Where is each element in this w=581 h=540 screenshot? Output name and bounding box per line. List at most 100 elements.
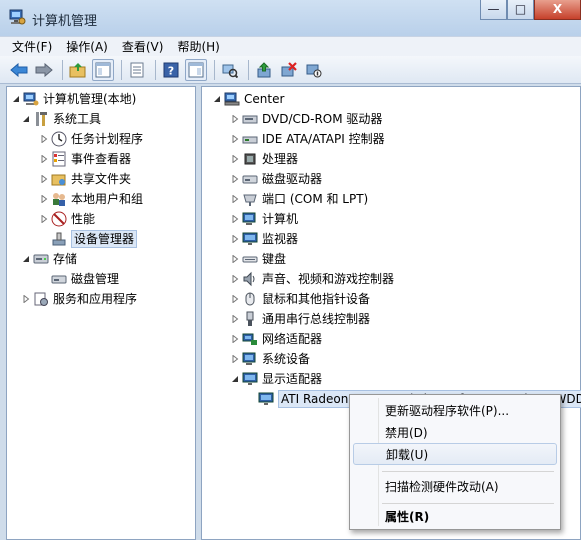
show-hide-tree-button[interactable] bbox=[92, 58, 114, 81]
up-level-button[interactable] bbox=[67, 59, 89, 81]
expand-arrow-icon[interactable] bbox=[230, 113, 240, 125]
tree-item-shared-folders[interactable]: 共享文件夹 bbox=[39, 169, 131, 189]
uninstall-button[interactable] bbox=[278, 59, 300, 81]
tree-item-event-viewer[interactable]: 事件查看器 bbox=[39, 149, 131, 169]
close-icon: X bbox=[552, 2, 563, 16]
folder-up-icon bbox=[69, 62, 86, 77]
expand-arrow-icon[interactable] bbox=[230, 173, 240, 185]
menu-view[interactable]: 查看(V) bbox=[122, 38, 164, 55]
menu-item-scan-hardware[interactable]: 扫描检测硬件改动(A) bbox=[353, 475, 557, 497]
device-category-dvd[interactable]: DVD/CD-ROM 驱动器 bbox=[230, 109, 382, 129]
expand-arrow-icon[interactable] bbox=[230, 253, 240, 265]
collapse-arrow-icon[interactable] bbox=[230, 373, 240, 385]
menu-item-properties[interactable]: 属性(R) bbox=[353, 505, 557, 527]
expand-arrow-icon[interactable] bbox=[230, 153, 240, 165]
device-category-computer[interactable]: 计算机 bbox=[230, 209, 298, 229]
expand-arrow-icon[interactable] bbox=[230, 213, 240, 225]
device-category-label: IDE ATA/ATAPI 控制器 bbox=[262, 132, 385, 146]
device-category-display[interactable]: 显示适配器 bbox=[230, 369, 322, 389]
tree-item-task-scheduler[interactable]: 任务计划程序 bbox=[39, 129, 143, 149]
device-root-label: Center bbox=[244, 92, 285, 106]
menu-action[interactable]: 操作(A) bbox=[66, 38, 108, 55]
expand-arrow-icon[interactable] bbox=[230, 353, 240, 365]
device-category-ports[interactable]: 端口 (COM 和 LPT) bbox=[230, 189, 368, 209]
collapse-arrow-icon[interactable] bbox=[21, 253, 31, 265]
device-category-disk[interactable]: 磁盘驱动器 bbox=[230, 169, 322, 189]
users-icon bbox=[53, 193, 65, 206]
expand-arrow-icon[interactable] bbox=[39, 133, 49, 145]
menu-file[interactable]: 文件(F) bbox=[12, 38, 52, 55]
forward-arrow-icon bbox=[35, 62, 53, 77]
toolbar: ? bbox=[0, 56, 581, 84]
toolbar-separator bbox=[62, 59, 63, 80]
tree-item-local-users[interactable]: 本地用户和组 bbox=[39, 189, 143, 209]
expand-arrow-icon[interactable] bbox=[230, 233, 240, 245]
expand-arrow-icon[interactable] bbox=[21, 293, 31, 305]
minimize-button[interactable]: — bbox=[480, 0, 507, 20]
expand-arrow-icon[interactable] bbox=[39, 173, 49, 185]
close-button[interactable]: X bbox=[534, 0, 581, 20]
services-icon bbox=[34, 292, 48, 306]
action-pane-button[interactable] bbox=[185, 58, 207, 81]
tree-label: 服务和应用程序 bbox=[53, 292, 138, 306]
forward-button[interactable] bbox=[33, 59, 55, 81]
tree-item-performance[interactable]: 性能 bbox=[39, 209, 95, 229]
device-category-label: 端口 (COM 和 LPT) bbox=[262, 192, 369, 206]
device-category-label: DVD/CD-ROM 驱动器 bbox=[262, 112, 383, 126]
shared-folder-icon bbox=[51, 174, 66, 186]
device-category-keyboard[interactable]: 键盘 bbox=[230, 249, 286, 269]
back-button[interactable] bbox=[8, 59, 30, 81]
tree-item-disk-management[interactable]: 磁盘管理 bbox=[51, 269, 119, 289]
expand-arrow-icon[interactable] bbox=[230, 193, 240, 205]
expand-arrow-icon[interactable] bbox=[39, 153, 49, 165]
device-category-system[interactable]: 系统设备 bbox=[230, 349, 310, 369]
collapse-arrow-icon[interactable] bbox=[11, 93, 21, 105]
device-category-mouse[interactable]: 鼠标和其他指针设备 bbox=[230, 289, 370, 309]
device-category-sound[interactable]: 声音、视频和游戏控制器 bbox=[230, 269, 394, 289]
menu-item-update-driver[interactable]: 更新驱动程序软件(P)... bbox=[353, 399, 557, 421]
device-category-ide[interactable]: IDE ATA/ATAPI 控制器 bbox=[230, 129, 385, 149]
expand-arrow-icon[interactable] bbox=[39, 213, 49, 225]
help-button[interactable]: ? bbox=[160, 59, 182, 81]
update-driver-icon bbox=[257, 61, 271, 77]
device-category-monitor[interactable]: 监视器 bbox=[230, 229, 298, 249]
expand-arrow-icon[interactable] bbox=[230, 273, 240, 285]
tree-item-computer-management[interactable]: 计算机管理(本地) bbox=[11, 89, 136, 109]
collapse-arrow-icon[interactable] bbox=[212, 93, 222, 105]
device-category-usb[interactable]: 通用串行总线控制器 bbox=[230, 309, 370, 329]
device-category-label: 处理器 bbox=[262, 152, 299, 166]
minimize-icon: — bbox=[487, 2, 500, 16]
expand-arrow-icon[interactable] bbox=[230, 313, 240, 325]
menu-item-uninstall[interactable]: 卸载(U) bbox=[353, 443, 557, 465]
maximize-button[interactable]: □ bbox=[507, 0, 534, 20]
scan-hardware-icon bbox=[222, 64, 238, 78]
device-category-label: 键盘 bbox=[262, 252, 287, 266]
expand-arrow-icon[interactable] bbox=[39, 193, 49, 205]
device-category-label: 系统设备 bbox=[262, 352, 311, 366]
menu-item-disable[interactable]: 禁用(D) bbox=[353, 421, 557, 443]
disable-icon bbox=[306, 64, 322, 77]
toolbar-separator bbox=[214, 59, 215, 80]
expand-arrow-icon[interactable] bbox=[230, 293, 240, 305]
tree-item-system-tools[interactable]: 系统工具 bbox=[21, 109, 101, 129]
device-tree-root[interactable]: Center bbox=[212, 89, 284, 109]
device-category-label: 网络适配器 bbox=[262, 332, 323, 346]
tree-item-device-manager[interactable]: 设备管理器 bbox=[51, 229, 138, 249]
device-category-network[interactable]: 网络适配器 bbox=[230, 329, 322, 349]
collapse-arrow-icon[interactable] bbox=[21, 113, 31, 125]
expand-arrow-icon[interactable] bbox=[230, 133, 240, 145]
window-title: 计算机管理 bbox=[32, 14, 98, 29]
update-driver-button[interactable] bbox=[253, 59, 275, 81]
storage-icon bbox=[33, 254, 49, 264]
export-list-button[interactable] bbox=[126, 59, 148, 81]
device-category-processor[interactable]: 处理器 bbox=[230, 149, 298, 169]
tree-item-storage[interactable]: 存储 bbox=[21, 249, 77, 269]
menu-help[interactable]: 帮助(H) bbox=[177, 38, 219, 55]
display-adapter-icon bbox=[258, 392, 274, 405]
maximize-icon: □ bbox=[514, 2, 527, 16]
expand-arrow-icon[interactable] bbox=[230, 333, 240, 345]
tree-item-services-apps[interactable]: 服务和应用程序 bbox=[21, 289, 137, 309]
disable-button[interactable] bbox=[303, 59, 325, 81]
svg-text:?: ? bbox=[168, 64, 174, 77]
scan-hardware-button[interactable] bbox=[219, 59, 241, 81]
